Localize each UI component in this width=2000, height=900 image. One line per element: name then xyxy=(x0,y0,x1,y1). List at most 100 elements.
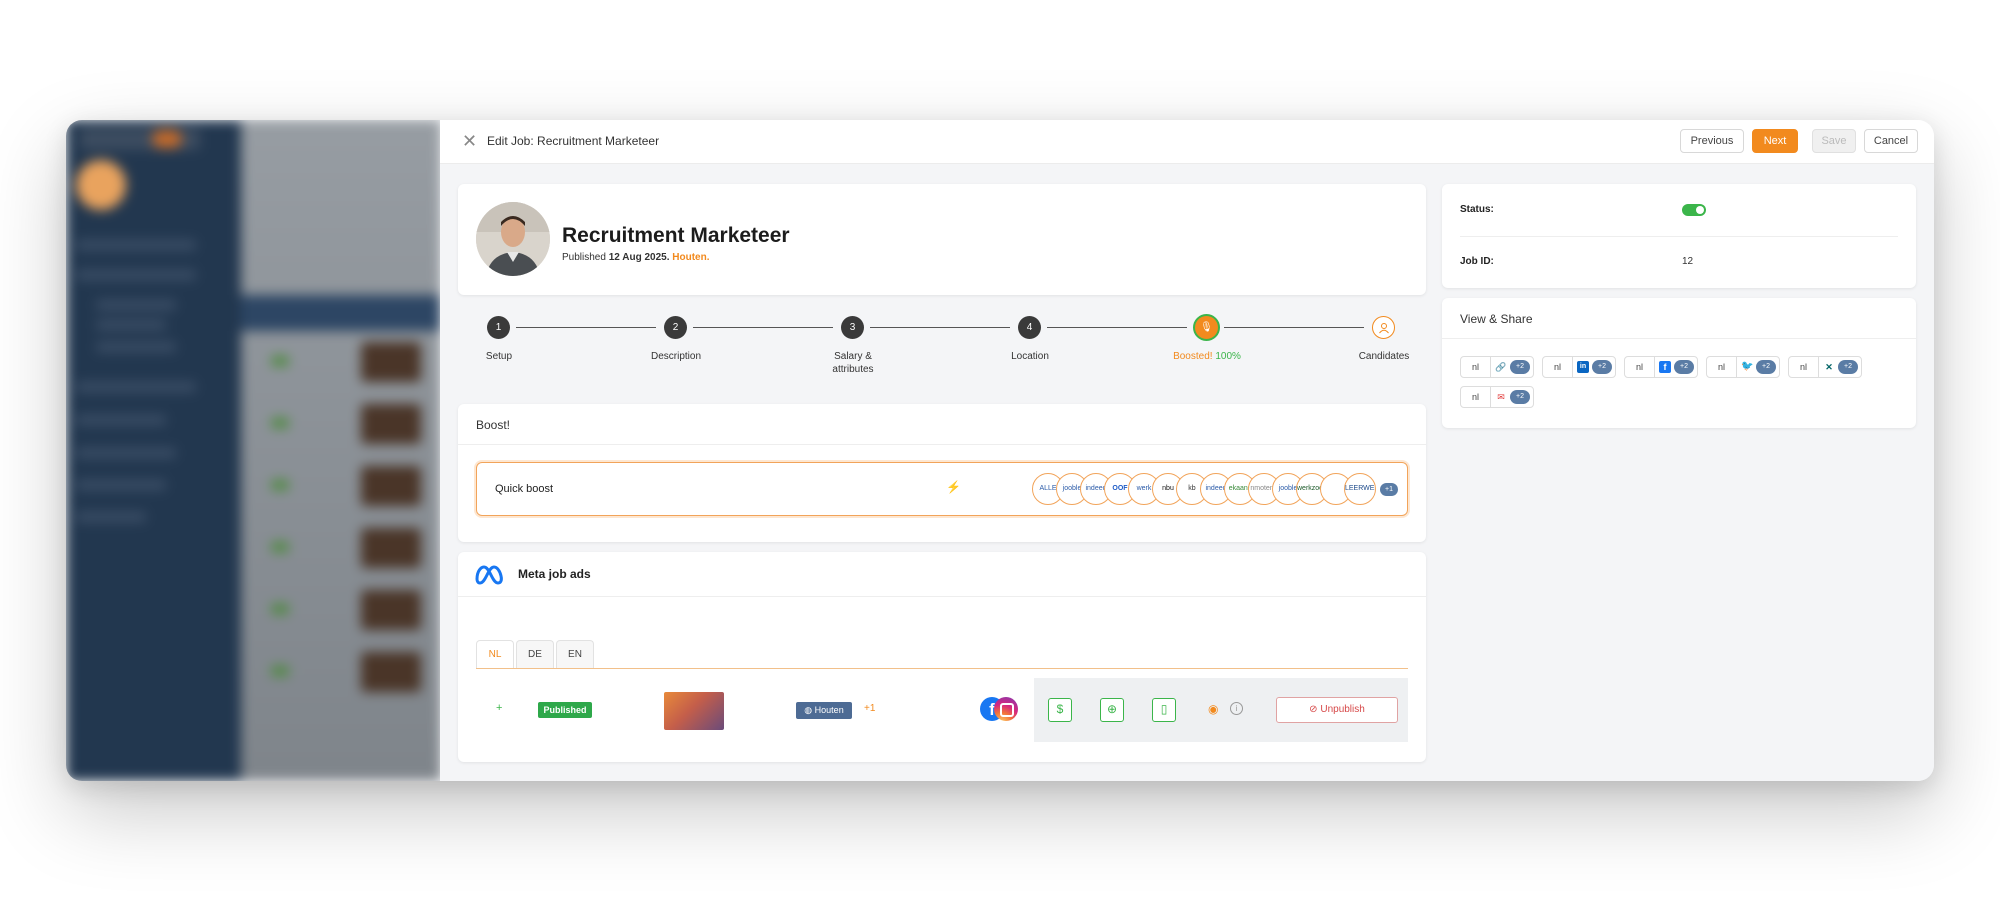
step-2-circle[interactable]: 2 xyxy=(664,316,687,339)
background-sidebar xyxy=(66,120,241,781)
link-icon: 🔗 xyxy=(1495,362,1507,372)
share-count-badge: +2 xyxy=(1756,360,1776,374)
ad-row: + Published ◍ Houten +1 f $ ⊕ ▯ ◉ i ⊘ Un… xyxy=(476,678,1408,742)
background-nav-item xyxy=(96,342,176,352)
status-badge: Published xyxy=(538,702,592,718)
previous-button[interactable]: Previous xyxy=(1680,129,1744,153)
share-group-mail[interactable]: nl ✉ +2 xyxy=(1460,386,1534,408)
next-button[interactable]: Next xyxy=(1752,129,1798,153)
share-group-link[interactable]: nl 🔗 +2 xyxy=(1460,356,1534,378)
share-lang: nl xyxy=(1707,357,1737,377)
meta-ads-title: Meta job ads xyxy=(518,567,591,581)
step-1-label[interactable]: Setup xyxy=(444,350,554,363)
step-4-label[interactable]: Location xyxy=(975,350,1085,363)
divider xyxy=(458,596,1426,597)
more-channels-badge[interactable]: +1 xyxy=(1380,483,1398,496)
background-row-thumb xyxy=(361,528,421,568)
background-row-thumb xyxy=(361,652,421,692)
background-nav-item xyxy=(76,382,196,392)
background-nav-item xyxy=(76,240,196,250)
modal-title: Edit Job: Recruitment Marketeer xyxy=(487,134,660,148)
step-3-label[interactable]: Salary & attributes xyxy=(798,350,908,376)
unpublish-label: Unpublish xyxy=(1320,704,1365,715)
channel-logo: LEERWERK xyxy=(1344,473,1376,505)
document-icon[interactable]: ▯ xyxy=(1152,698,1176,722)
published-date: 12 Aug 2025. xyxy=(608,252,670,263)
background-table-header xyxy=(241,295,441,331)
budget-icon[interactable]: $ xyxy=(1048,698,1072,722)
divider xyxy=(1460,236,1898,237)
expand-icon[interactable]: + xyxy=(496,702,502,714)
background-row-thumb xyxy=(361,404,421,444)
divider xyxy=(458,444,1426,445)
background-main xyxy=(241,120,441,781)
job-stepper: 1 Setup 2 Description 3 Salary & attribu… xyxy=(458,312,1426,382)
meta-job-ads-card: Meta job ads NL DE EN + Published ◍ Hout… xyxy=(458,552,1426,762)
close-icon[interactable]: ✕ xyxy=(462,131,477,151)
share-group-twitter[interactable]: nl 🐦 +2 xyxy=(1706,356,1780,378)
background-logo xyxy=(80,128,200,150)
step-1-circle[interactable]: 1 xyxy=(487,316,510,339)
step-candidates-label[interactable]: Candidates xyxy=(1329,350,1439,363)
target-icon[interactable]: ⊕ xyxy=(1100,698,1124,722)
edit-job-modal: ✕ Edit Job: Recruitment Marketeer Previo… xyxy=(440,120,1934,781)
job-meta: Published 12 Aug 2025. Houten. xyxy=(562,252,709,263)
location-badge-label: Houten xyxy=(814,705,844,715)
job-id-value: 12 xyxy=(1682,256,1694,267)
background-nav-item xyxy=(96,320,166,330)
tab-nl[interactable]: NL xyxy=(476,640,514,668)
step-boost-circle[interactable]: 🎙 xyxy=(1193,314,1220,341)
info-icon[interactable]: i xyxy=(1230,702,1243,715)
published-prefix: Published xyxy=(562,252,606,263)
job-summary-card: Recruitment Marketeer Published 12 Aug 2… xyxy=(458,184,1426,295)
share-group-xing[interactable]: nl ✕ +2 xyxy=(1788,356,1862,378)
user-icon xyxy=(1378,323,1390,337)
meta-logo-icon xyxy=(474,564,504,586)
location-more-count[interactable]: +1 xyxy=(864,703,875,714)
share-count-badge: +2 xyxy=(1510,390,1530,404)
step-candidates-circle[interactable] xyxy=(1372,316,1395,339)
share-count-badge: +2 xyxy=(1592,360,1612,374)
ad-actions: $ ⊕ ▯ ◉ i ⊘ Unpublish xyxy=(1034,678,1408,742)
job-location-link[interactable]: Houten. xyxy=(672,252,709,263)
share-count-badge: +2 xyxy=(1674,360,1694,374)
stepper-connector xyxy=(1224,327,1364,328)
twitter-icon: 🐦 xyxy=(1741,361,1754,372)
background-nav-item xyxy=(76,512,146,522)
tab-en[interactable]: EN xyxy=(556,640,594,668)
unpublish-icon: ⊘ xyxy=(1309,704,1318,715)
background-row-thumb xyxy=(361,590,421,630)
step-boost-label[interactable]: Boosted! 100% xyxy=(1152,350,1262,363)
job-id-label: Job ID: xyxy=(1460,256,1494,267)
cancel-button[interactable]: Cancel xyxy=(1864,129,1918,153)
share-group-facebook[interactable]: nl f +2 xyxy=(1624,356,1698,378)
unpublish-button[interactable]: ⊘ Unpublish xyxy=(1276,697,1398,723)
quick-boost-option[interactable]: Quick boost ⚡ ALLE jooble indeed OOF wer… xyxy=(476,462,1408,516)
divider xyxy=(1442,338,1916,339)
background-row-thumb xyxy=(361,466,421,506)
step-3-circle[interactable]: 3 xyxy=(841,316,864,339)
ad-thumbnail[interactable] xyxy=(664,692,724,730)
eye-icon[interactable]: ◉ xyxy=(1208,702,1218,716)
share-lang: nl xyxy=(1543,357,1573,377)
background-row-thumb xyxy=(361,342,421,382)
save-button[interactable]: Save xyxy=(1812,129,1856,153)
lightning-icon: ⚡ xyxy=(946,480,961,494)
background-nav-item xyxy=(96,300,176,310)
background-avatar xyxy=(76,160,126,210)
stepper-connector xyxy=(1047,327,1187,328)
step-4-circle[interactable]: 4 xyxy=(1018,316,1041,339)
share-group-linkedin[interactable]: nl in +2 xyxy=(1542,356,1616,378)
share-lang: nl xyxy=(1461,357,1491,377)
background-row-dot xyxy=(271,480,289,490)
status-toggle[interactable] xyxy=(1682,204,1706,216)
share-lang: nl xyxy=(1789,357,1819,377)
tab-de[interactable]: DE xyxy=(516,640,554,668)
job-avatar xyxy=(476,202,550,276)
location-badge: ◍ Houten xyxy=(796,702,852,719)
background-nav-item xyxy=(76,415,166,425)
screenshot-stage: ✕ Edit Job: Recruitment Marketeer Previo… xyxy=(0,0,2000,900)
instagram-icon xyxy=(994,697,1018,721)
step-2-label[interactable]: Description xyxy=(621,350,731,363)
share-count-badge: +2 xyxy=(1838,360,1858,374)
